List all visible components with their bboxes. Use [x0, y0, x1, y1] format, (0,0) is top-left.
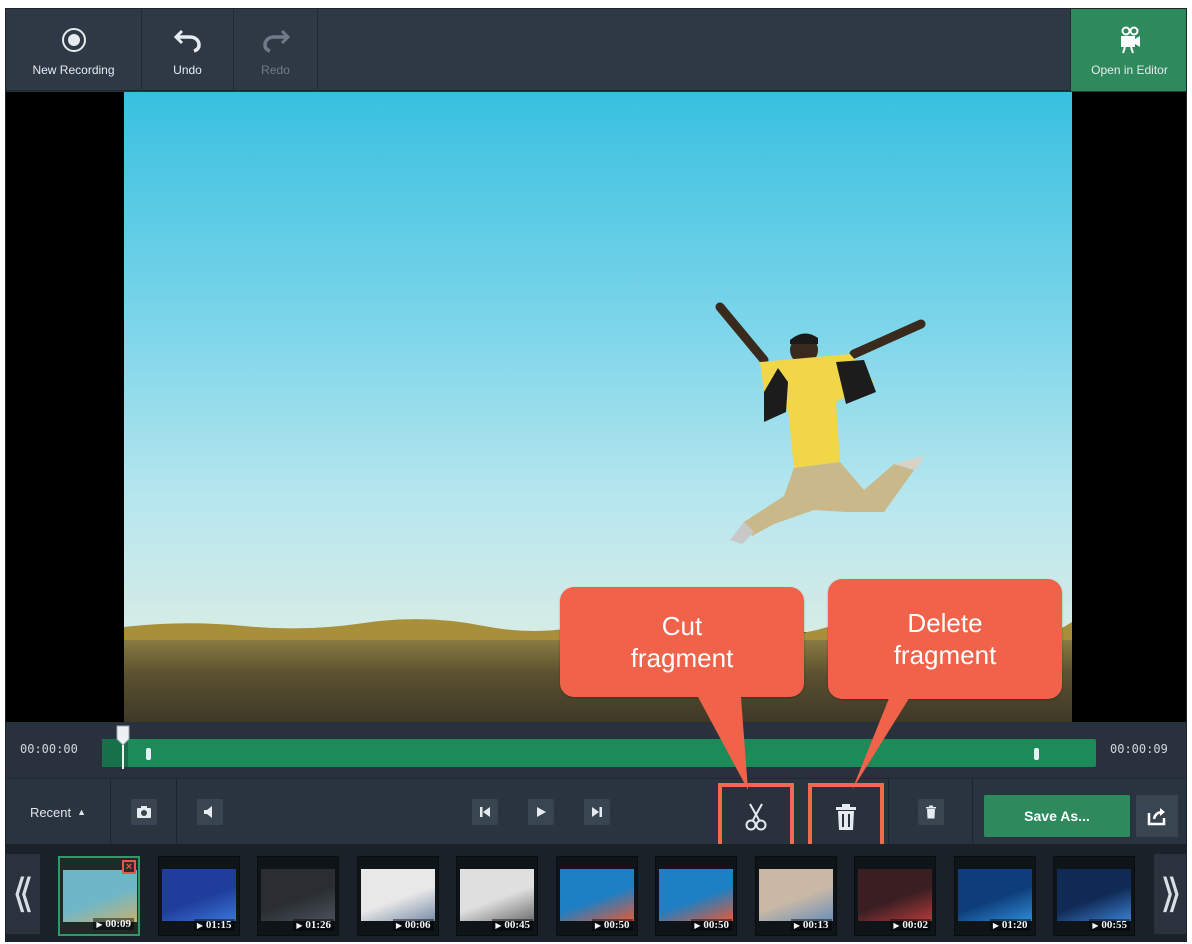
- redo-label: Redo: [261, 63, 290, 77]
- speaker-icon: [197, 799, 223, 825]
- thumbnail-image: [957, 869, 1032, 921]
- thumbnail-duration: 01:26: [293, 919, 334, 931]
- film-editor-icon: [1118, 23, 1142, 57]
- thumbnail-image: [261, 869, 335, 921]
- volume-button[interactable]: [182, 779, 238, 845]
- thumbnail-duration: 00:13: [790, 919, 832, 931]
- redo-icon: [262, 23, 290, 57]
- thumbnail-duration: 01:20: [989, 919, 1031, 931]
- recording-thumbnail[interactable]: 00:50: [555, 856, 638, 936]
- previous-button[interactable]: [468, 779, 502, 845]
- recording-thumbnail[interactable]: 00:02: [854, 856, 936, 936]
- thumbnail-duration: 00:50: [591, 919, 633, 931]
- caret-up-icon: ▲: [77, 807, 87, 817]
- thumbnail-image: [63, 870, 137, 922]
- save-as-button[interactable]: Save As...: [984, 795, 1130, 837]
- delete-callout-line1: Delete: [907, 608, 983, 638]
- recent-label: Recent: [29, 804, 72, 820]
- timeline: 00:00:00 00:00:09: [6, 722, 1186, 778]
- thumbnail-duration: 00:06: [392, 919, 434, 931]
- next-button[interactable]: [580, 779, 614, 845]
- recording-thumbnail[interactable]: 01:20: [953, 856, 1036, 936]
- undo-icon: [173, 23, 202, 57]
- open-in-editor-button[interactable]: Open in Editor: [1070, 9, 1186, 91]
- recent-dropdown[interactable]: Recent ▲: [6, 779, 110, 845]
- thumbnail-image: [758, 869, 833, 921]
- recording-thumbnail[interactable]: 01:15: [157, 856, 240, 936]
- end-time: 00:00:09: [1110, 742, 1168, 756]
- recording-thumbnail[interactable]: 01:26: [257, 856, 339, 936]
- thumbnail-duration: 00:50: [691, 919, 732, 931]
- scissors-icon: [745, 803, 767, 831]
- thumbnail-image: [858, 869, 932, 921]
- share-icon: [1147, 808, 1166, 826]
- playhead[interactable]: [116, 725, 130, 769]
- undo-label: Undo: [173, 63, 202, 77]
- new-recording-label: New Recording: [32, 63, 115, 77]
- skip-previous-icon: [472, 799, 498, 825]
- save-as-label: Save As...: [1024, 808, 1090, 824]
- snapshot-button[interactable]: [116, 779, 172, 845]
- recording-thumbnail[interactable]: 00:13: [754, 856, 837, 936]
- new-recording-button[interactable]: New Recording: [6, 9, 142, 91]
- top-toolbar: New Recording Undo Redo Open in Editor: [6, 9, 1186, 91]
- thumbnail-duration: 00:45: [492, 919, 533, 931]
- selection-start-marker[interactable]: [146, 748, 151, 760]
- trash-icon: [918, 799, 944, 825]
- record-icon: [61, 23, 87, 57]
- screen-recorder-window: New Recording Undo Redo Open in Editor C…: [5, 8, 1187, 942]
- delete-fragment-callout: Delete fragment: [828, 579, 1062, 699]
- thumbnail-image: [360, 869, 435, 921]
- scroll-right-button[interactable]: ⟫: [1154, 854, 1186, 934]
- recent-recordings-strip: ⟪ 00:09 × 01:15 01:26 00:06 00:45 00:50 00:50 00…: [6, 844, 1186, 941]
- camera-icon: [131, 799, 157, 825]
- selection-end-marker[interactable]: [1034, 748, 1039, 760]
- thumbnail-duration: 00:55: [1089, 919, 1130, 931]
- play-icon: [528, 799, 554, 825]
- open-in-editor-label: Open in Editor: [1091, 63, 1168, 77]
- recording-thumbnail[interactable]: 00:50: [655, 856, 737, 936]
- undo-button[interactable]: Undo: [142, 9, 234, 91]
- delete-callout-line2: fragment: [893, 640, 997, 670]
- cut-fragment-callout: Cut fragment: [560, 587, 804, 697]
- thumbnail-image: [460, 869, 534, 921]
- redo-button[interactable]: Redo: [234, 9, 318, 91]
- skip-next-icon: [584, 799, 610, 825]
- recording-thumbnail[interactable]: 00:06: [356, 856, 439, 936]
- thumbnail-image: [559, 869, 634, 921]
- thumbnail-image: [1057, 869, 1131, 921]
- recording-thumbnail[interactable]: 00:09 ×: [58, 856, 140, 936]
- cut-fragment-button[interactable]: [718, 783, 794, 851]
- cut-callout-line1: Cut: [661, 611, 703, 641]
- export-button[interactable]: [1136, 795, 1178, 837]
- start-time: 00:00:00: [20, 742, 78, 756]
- playback-controls: Recent ▲ Save As...: [6, 778, 1186, 851]
- scroll-left-button[interactable]: ⟪: [6, 854, 40, 934]
- double-chevron-right-icon: ⟫: [1159, 871, 1183, 917]
- thumbnail-duration: 00:09: [93, 918, 134, 930]
- delete-fragment-button[interactable]: [808, 783, 884, 851]
- recording-thumbnail[interactable]: 00:55: [1053, 856, 1135, 936]
- double-chevron-left-icon: ⟪: [11, 871, 35, 917]
- delete-all-button[interactable]: [914, 779, 948, 845]
- cut-callout-line2: fragment: [630, 643, 734, 673]
- play-button[interactable]: [524, 779, 558, 845]
- remove-recording-icon[interactable]: ×: [122, 860, 136, 874]
- trash-icon: [836, 804, 856, 830]
- recording-thumbnail[interactable]: 00:45: [456, 856, 538, 936]
- thumbnail-image: [161, 869, 236, 921]
- thumbnail-image: [659, 869, 733, 921]
- timeline-track[interactable]: [102, 739, 1096, 767]
- thumbnail-duration: 01:15: [193, 919, 235, 931]
- thumbnail-duration: 00:02: [890, 919, 931, 931]
